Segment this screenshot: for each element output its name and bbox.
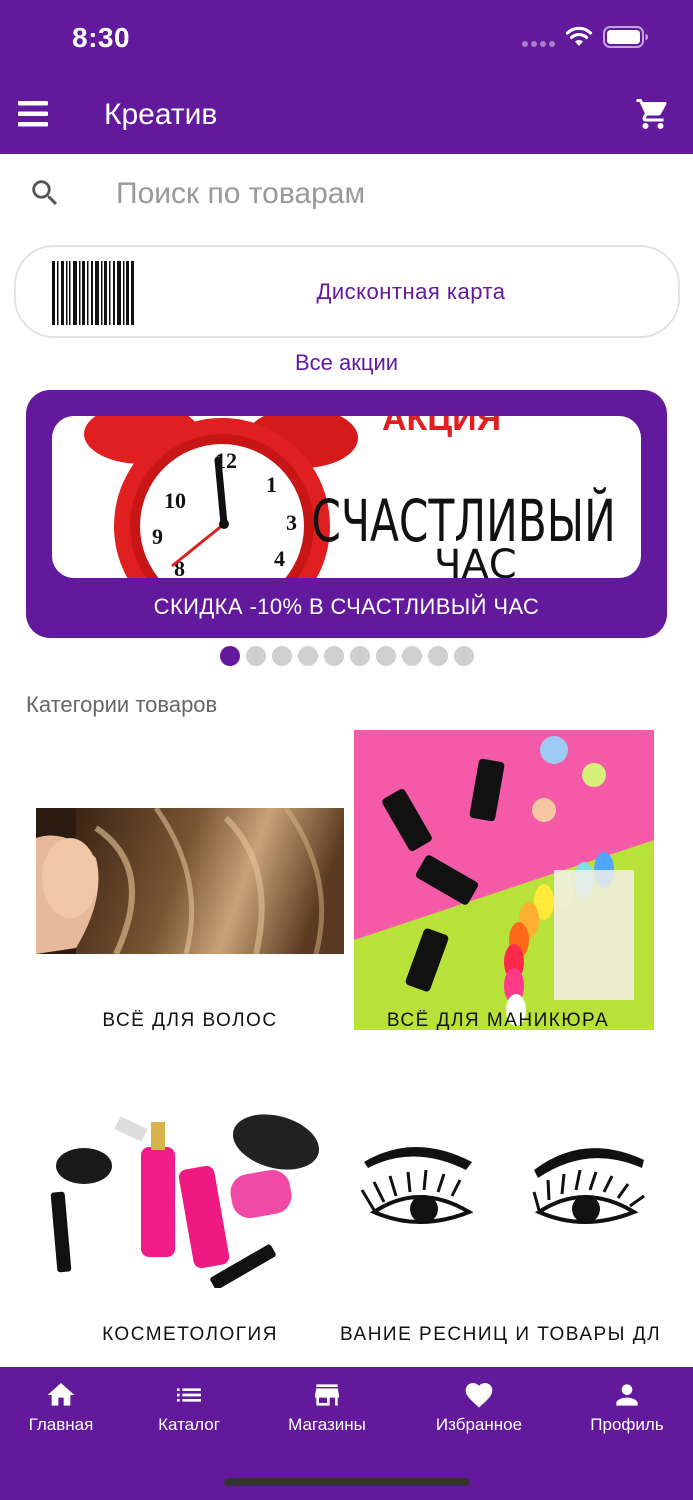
nav-catalog[interactable]: Каталог [120,1379,258,1435]
all-promotions-link[interactable]: Все акции [0,350,693,376]
nav-catalog-label: Каталог [158,1415,220,1434]
carousel-dot-8[interactable] [402,646,422,666]
nav-home-label: Главная [28,1415,94,1434]
category-manicure[interactable]: ВСЁ ДЛЯ МАНИКЮРА [348,728,668,1038]
store-icon [315,1384,339,1406]
carousel-dot-9[interactable] [428,646,448,666]
nav-favorites[interactable]: Избранное [410,1379,548,1435]
list-icon [177,1388,201,1402]
discount-card-button[interactable]: Дисконтная карта [14,245,680,338]
home-indicator[interactable] [224,1478,470,1486]
svg-text:10: 10 [164,488,186,513]
carousel-dot-2[interactable] [246,646,266,666]
status-icons [522,26,649,48]
nav-favorites-label: Избранное [435,1415,523,1434]
carousel-dot-10[interactable] [454,646,474,666]
person-icon [616,1384,638,1406]
nav-profile-label: Профиль [590,1415,664,1434]
carousel-dot-7[interactable] [376,646,396,666]
category-cosmetology-label: КОСМЕТОЛОГИЯ [102,1324,278,1345]
category-manicure-label: ВСЁ ДЛЯ МАНИКЮРА [386,1010,610,1031]
carousel-dot-3[interactable] [272,646,292,666]
hamburger-icon [18,101,48,127]
nav-stores-label: Магазины [288,1415,366,1434]
promo-image-text-line2: ЧАС [434,542,517,578]
heart-icon [465,1383,493,1408]
category-lashes[interactable]: ВАНИЕ РЕСНИЦ И ТОВАРЫ ДЛЯ [340,1090,668,1360]
categories-title: Категории товаров [26,692,218,717]
promo-image: 12 1 3 10 9 8 4 АКЦИЯ СЧАСТЛИВЫЙ ЧАС [52,416,641,578]
cart-button[interactable] [635,96,671,132]
category-cosmetology[interactable]: КОСМЕТОЛОГИЯ [30,1090,350,1360]
nav-profile[interactable]: Профиль [558,1379,693,1435]
battery-icon [603,26,648,48]
svg-text:1: 1 [266,472,277,497]
category-manicure-image [354,730,654,1030]
app-title: Креатив [104,98,218,131]
discount-card-label: Дисконтная карта [316,279,506,304]
search-bar [0,154,693,236]
category-lashes-label: ВАНИЕ РЕСНИЦ И ТОВАРЫ ДЛЯ [340,1324,660,1345]
wifi-icon [565,26,593,46]
shopping-cart-icon [636,99,667,129]
menu-button[interactable] [18,100,50,128]
search-icon[interactable] [28,176,62,210]
cellular-signal-icon [522,27,555,47]
carousel-dot-5[interactable] [324,646,344,666]
status-bar: 8:30 [0,0,693,78]
category-cosmetology-image [36,1092,344,1288]
promo-caption: СКИДКА -10% В СЧАСТЛИВЫЙ ЧАС [153,594,540,619]
alarm-clock-illustration: 12 1 3 10 9 8 4 АКЦИЯ СЧАСТЛИВЫЙ ЧАС [84,416,616,578]
status-time: 8:30 [72,22,131,53]
category-hair[interactable]: ВСЁ ДЛЯ ВОЛОС [30,728,350,1038]
app-bar: Креатив [0,78,693,154]
promo-banner[interactable]: 12 1 3 10 9 8 4 АКЦИЯ СЧАСТЛИВЫЙ ЧАС СКИ… [26,390,667,638]
carousel-dot-4[interactable] [298,646,318,666]
barcode-icon [52,261,134,325]
category-lashes-image [354,1092,654,1288]
nav-stores[interactable]: Магазины [258,1379,396,1435]
svg-text:3: 3 [286,510,297,535]
nav-home[interactable]: Главная [0,1379,130,1435]
category-hair-label: ВСЁ ДЛЯ ВОЛОС [102,1010,278,1031]
category-hair-image [36,808,344,954]
carousel-dot-1[interactable] [220,646,240,666]
svg-text:9: 9 [152,524,163,549]
promo-image-heading: АКЦИЯ [382,416,501,438]
svg-text:4: 4 [274,546,285,571]
search-input[interactable] [116,172,656,216]
home-icon [47,1383,75,1406]
carousel-dot-6[interactable] [350,646,370,666]
carousel-pagination [220,646,474,666]
